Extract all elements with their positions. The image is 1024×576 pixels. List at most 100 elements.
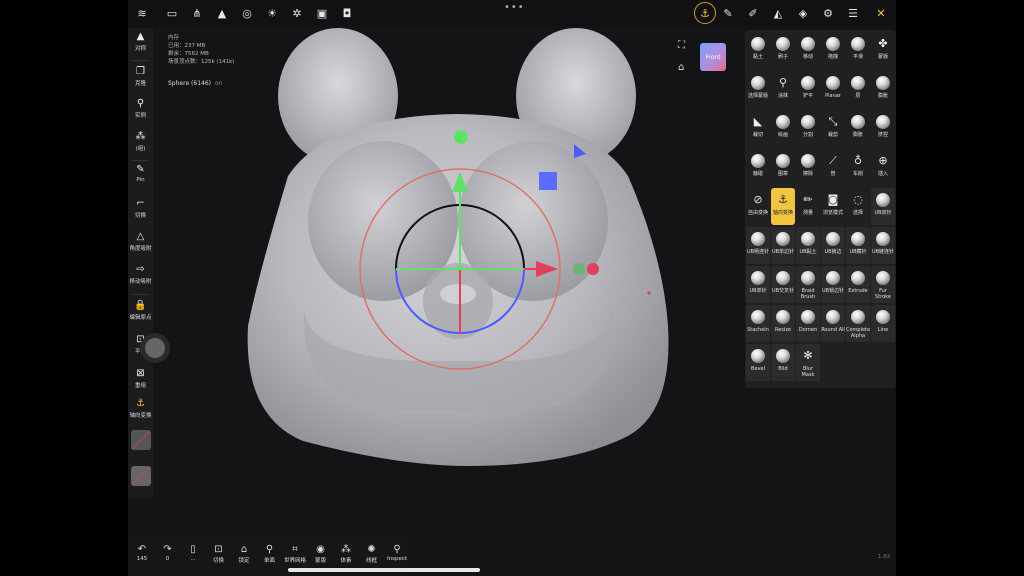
brush-tool[interactable]: 膨胀	[871, 71, 895, 108]
brush-tool[interactable]: Extrude	[846, 266, 870, 303]
brush-tool[interactable]: ✤ 蒙版	[871, 32, 895, 69]
brush-tool[interactable]: 黏土	[746, 32, 770, 69]
folder-icon[interactable]: ▭	[164, 5, 180, 21]
left-tool-6[interactable]: △ 角度吸附	[128, 231, 153, 252]
brush-tool[interactable]: 膨胀	[846, 110, 870, 147]
left-tool-11[interactable]: ⚓ 轴向变换	[128, 398, 153, 419]
left-tool-3[interactable]: ⁂ (组)	[128, 131, 153, 152]
brush-tool[interactable]: 触碰	[746, 149, 770, 186]
brush-tool[interactable]: 图章	[771, 149, 795, 186]
left-tool-1[interactable]: ❐ 克隆	[128, 66, 153, 87]
home-indicator[interactable]	[288, 568, 480, 572]
bottom-tool-7[interactable]: ◉ 蒙版	[308, 544, 334, 564]
image-icon[interactable]: ▣	[314, 5, 330, 21]
object-name[interactable]: Sphere (6146)	[168, 80, 211, 87]
object-name-row[interactable]: Sphere (6146) on	[168, 80, 222, 87]
bottom-tool-5[interactable]: ⚲ 单面	[257, 544, 283, 564]
brush-tool[interactable]: Braid Brush	[796, 266, 820, 303]
color-swatch-secondary[interactable]	[131, 466, 151, 486]
left-tool-4[interactable]: ✎ Pin	[128, 164, 153, 183]
brush-tool[interactable]: 绘画	[771, 110, 795, 147]
brush-tool[interactable]: 挤捏	[871, 110, 895, 147]
color-swatch-primary[interactable]	[131, 430, 151, 450]
object-toggle[interactable]: on	[215, 80, 222, 87]
stroke-icon[interactable]: ◭	[770, 5, 786, 21]
gizmo-x-scale-green[interactable]	[573, 263, 585, 275]
brush-tool[interactable]: Round All	[821, 305, 845, 342]
tools-icon[interactable]: ✕	[873, 5, 889, 21]
bottom-tool-4[interactable]: ⌂ 锁定	[231, 544, 257, 564]
brush-tool[interactable]: UB双针	[871, 188, 895, 225]
brush-tool[interactable]: ◙ 浏览模式	[821, 188, 845, 225]
brush-tool[interactable]: Bevel	[746, 344, 770, 381]
topology-icon[interactable]: ◎	[239, 5, 255, 21]
brush-tool[interactable]: UB锁边针	[821, 266, 845, 303]
brush-tool[interactable]: 层	[846, 71, 870, 108]
bottom-tool-3[interactable]: ⊡ 切换	[206, 544, 232, 564]
brush-tool[interactable]: Bild	[771, 344, 795, 381]
left-tool-10[interactable]: ⊠ 重组	[128, 368, 153, 389]
brush-tool[interactable]: UB链连针	[871, 227, 895, 264]
menu-icon[interactable]: ≋	[134, 5, 150, 21]
bottom-tool-6[interactable]: ⌗ 世界网格	[282, 544, 308, 564]
brush-tool[interactable]: ⟋ 管	[821, 149, 845, 186]
brush-tool[interactable]: ✏ 测量	[796, 188, 820, 225]
bottom-tool-0[interactable]: ↶ 145	[129, 544, 155, 562]
brush-tool[interactable]: 移动	[796, 32, 820, 69]
brush-tool[interactable]: ⤡ 裁剪	[821, 110, 845, 147]
brush-tool[interactable]: Stacheln	[746, 305, 770, 342]
left-tool-2[interactable]: ⚲ 实例	[128, 98, 153, 119]
mesh-icon[interactable]: ▲	[214, 5, 230, 21]
brush-tool[interactable]: ⊘ 自由变换	[746, 188, 770, 225]
brush-tool[interactable]: UB单边针	[771, 227, 795, 264]
brush-tool[interactable]: ✻ Blur Mask	[796, 344, 820, 381]
fullscreen-icon[interactable]: ⛶	[678, 40, 685, 51]
brush-tool[interactable]: UB交叉针	[771, 266, 795, 303]
left-tool-8[interactable]: 🔒 编辑原点	[128, 300, 153, 321]
gizmo-y-scale[interactable]	[454, 130, 468, 144]
left-tool-0[interactable]: ▲ 对称	[128, 31, 153, 52]
brush-tool[interactable]: ⚓ 轴向变换	[771, 188, 795, 225]
brush-tool[interactable]: 刷子	[771, 32, 795, 69]
brush-tool[interactable]: UB单针	[746, 266, 770, 303]
sliders-icon[interactable]: ☰	[845, 5, 861, 21]
brush-tool[interactable]: 拖拽	[821, 32, 845, 69]
brush-tool[interactable]: 分割	[796, 110, 820, 147]
bottom-tool-8[interactable]: ⁂ 体素	[333, 544, 359, 564]
light-icon[interactable]: ☀	[264, 5, 280, 21]
settings-icon[interactable]: ⚙	[820, 5, 836, 21]
bottom-tool-2[interactable]: ▯...	[180, 544, 206, 562]
layers-icon[interactable]: ◈	[795, 5, 811, 21]
brush-tool[interactable]: 平滑	[846, 32, 870, 69]
brush-tool[interactable]: UB藏针	[846, 227, 870, 264]
home-icon[interactable]: ⌂	[678, 62, 684, 73]
brush-tool[interactable]: 铲平	[796, 71, 820, 108]
brush-tool[interactable]: Complete Alpha	[846, 305, 870, 342]
brush-tool[interactable]: ◣ 裁切	[746, 110, 770, 147]
brush-tool[interactable]: ♁ 车削	[846, 149, 870, 186]
gizmo-plane-handle[interactable]	[539, 172, 557, 190]
brush-tool[interactable]: UB黏土	[796, 227, 820, 264]
left-tool-5[interactable]: ⌐ 切换	[128, 198, 153, 219]
brush-tool[interactable]: 擦除	[796, 149, 820, 186]
bottom-tool-1[interactable]: ↷ 0	[155, 544, 181, 562]
brush-tool[interactable]: ⊕ 插入	[871, 149, 895, 186]
brush-icon[interactable]: ✐	[745, 5, 761, 21]
bottom-tool-9[interactable]: ✺ 线框	[359, 544, 385, 564]
view-cube-front[interactable]: Front	[700, 43, 726, 71]
pencil-icon[interactable]: ✎	[720, 5, 736, 21]
brush-tool[interactable]: UB锁边	[821, 227, 845, 264]
bottom-tool-10[interactable]: ⚲ Inspect	[384, 544, 410, 562]
camera-icon[interactable]: ◘	[339, 5, 355, 21]
current-tool-gizmo-icon[interactable]: ⚓	[694, 2, 716, 24]
radius-slider-handle[interactable]	[145, 338, 165, 358]
brush-tool[interactable]: UB杨连针	[746, 227, 770, 264]
brush-tool[interactable]: ◌ 选择	[846, 188, 870, 225]
brush-tool[interactable]: Resize	[771, 305, 795, 342]
brush-tool[interactable]: Planar	[821, 71, 845, 108]
brush-tool[interactable]: Line	[871, 305, 895, 342]
brush-tool[interactable]: ⚲ 涂抹	[771, 71, 795, 108]
left-tool-7[interactable]: ⇨ 移动吸附	[128, 264, 153, 285]
brush-tool[interactable]: 选择蒙版	[746, 71, 770, 108]
material-icon[interactable]: ✲	[289, 5, 305, 21]
